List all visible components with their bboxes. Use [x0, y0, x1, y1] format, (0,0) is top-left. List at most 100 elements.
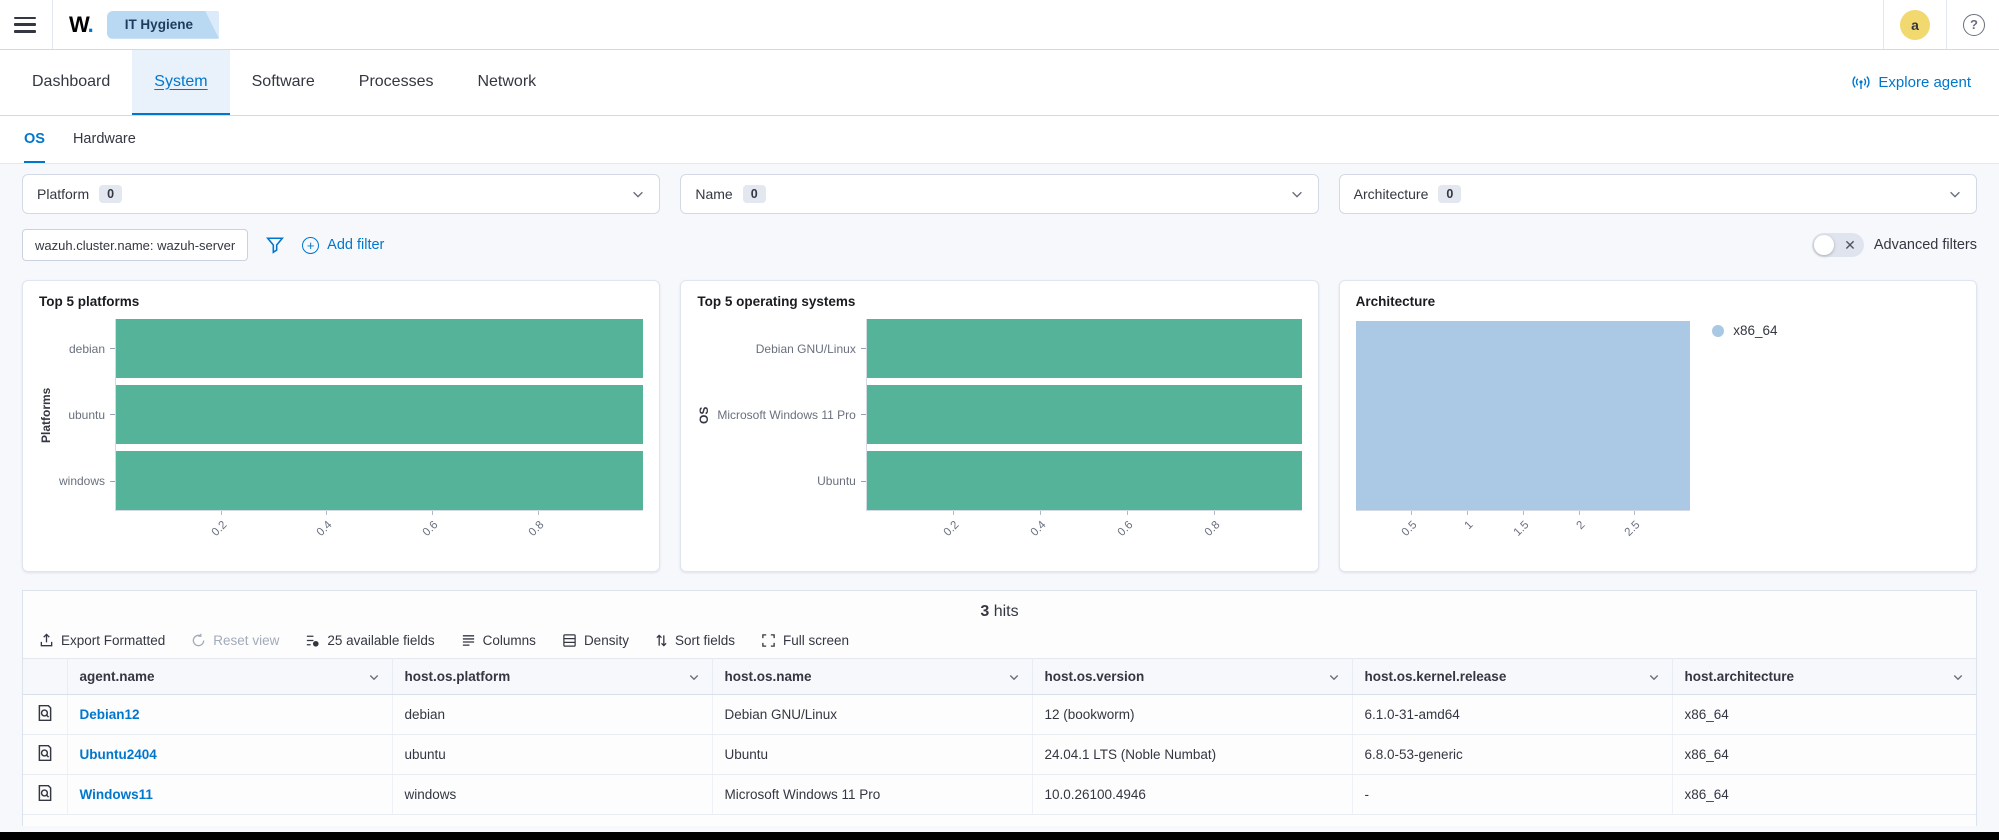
export-icon [39, 633, 54, 648]
menu-icon[interactable] [14, 17, 36, 33]
bar-ubuntu[interactable] [867, 451, 1302, 510]
bar-debian[interactable] [116, 319, 643, 378]
explore-agent-button[interactable]: Explore agent [1834, 50, 1989, 115]
legend-dot-icon [1712, 325, 1724, 337]
category-label: ubuntu [59, 385, 115, 444]
top5-os-title: Top 5 operating systems [697, 294, 1301, 309]
tab-system[interactable]: System [132, 50, 229, 115]
sub-tab-bar: OS Hardware [0, 116, 1999, 164]
tab-dashboard[interactable]: Dashboard [10, 50, 132, 115]
architecture-chart[interactable]: 0.5 1 1.5 2 2.5 x86_64 [1356, 309, 1960, 557]
hits-line: 3 hits [23, 591, 1976, 621]
cell-os-name: Ubuntu [712, 735, 1032, 775]
tab-processes[interactable]: Processes [337, 50, 456, 115]
top5-platforms-chart[interactable]: Platforms debian ubuntu windows [39, 309, 643, 557]
name-filter-label: Name [695, 186, 732, 202]
hits-label: hits [994, 603, 1019, 620]
cell-platform: debian [392, 695, 712, 735]
inspect-document-button[interactable] [23, 695, 67, 735]
x-tick: 1 [1463, 519, 1476, 532]
architecture-filter-select[interactable]: Architecture 0 [1339, 174, 1977, 214]
bars-area [115, 319, 643, 511]
cell-platform: windows [392, 775, 712, 815]
cell-os-name: Debian GNU/Linux [712, 695, 1032, 735]
x-tick: 0.4 [315, 519, 335, 539]
x-axis: 0.2 0.4 0.6 0.8 [866, 511, 1302, 557]
x-tick: 0.6 [1116, 519, 1136, 539]
bar-ubuntu[interactable] [116, 385, 643, 444]
wazuh-logo[interactable]: W. [69, 12, 93, 38]
cell-os-name: Microsoft Windows 11 Pro [712, 775, 1032, 815]
available-fields-button[interactable]: 25 available fields [305, 633, 434, 648]
column-header-host-os-kernel-release[interactable]: host.os.kernel.release [1352, 659, 1672, 695]
y-axis-categories: Debian GNU/Linux Microsoft Windows 11 Pr… [717, 319, 866, 557]
inspect-document-icon [36, 744, 54, 762]
inspect-document-button[interactable] [23, 735, 67, 775]
logo-dot: . [88, 12, 93, 37]
area-x86-64[interactable] [1356, 321, 1691, 510]
bar-windows[interactable] [116, 451, 643, 510]
sort-fields-button[interactable]: Sort fields [655, 633, 735, 648]
category-label: debian [59, 319, 115, 378]
avatar[interactable]: a [1900, 10, 1930, 40]
agent-link[interactable]: Ubuntu2404 [80, 747, 157, 762]
chevron-down-icon [1948, 187, 1962, 201]
tab-network[interactable]: Network [455, 50, 558, 115]
export-formatted-button[interactable]: Export Formatted [39, 633, 165, 648]
tab-software[interactable]: Software [230, 50, 337, 115]
inspect-document-button[interactable] [23, 775, 67, 815]
add-filter-button[interactable]: + Add filter [302, 237, 384, 254]
chevron-down-icon [1952, 671, 1964, 683]
subtab-hardware[interactable]: Hardware [73, 116, 136, 163]
x-tick: 0.2 [942, 519, 962, 539]
antenna-icon [1852, 75, 1870, 91]
reset-view-button[interactable]: Reset view [191, 633, 279, 648]
advanced-filters-control: ✕ Advanced filters [1812, 233, 1977, 257]
name-filter-select[interactable]: Name 0 [680, 174, 1318, 214]
category-label: Ubuntu [717, 452, 866, 511]
help-icon[interactable]: ? [1963, 14, 1985, 36]
chevron-down-icon [368, 671, 380, 683]
column-header-host-os-version[interactable]: host.os.version [1032, 659, 1352, 695]
breadcrumb[interactable]: IT Hygiene [107, 11, 219, 39]
bar-windows-11-pro[interactable] [867, 385, 1302, 444]
fullscreen-icon [761, 633, 776, 648]
architecture-filter-count: 0 [1438, 185, 1461, 203]
subtab-os[interactable]: OS [24, 116, 45, 163]
control-column-header [23, 659, 67, 695]
column-header-host-os-name[interactable]: host.os.name [712, 659, 1032, 695]
agent-link[interactable]: Debian12 [80, 707, 140, 722]
top5-os-chart[interactable]: OS Debian GNU/Linux Microsoft Windows 11… [697, 309, 1301, 557]
full-screen-button[interactable]: Full screen [761, 633, 849, 648]
query-filter-bar: wazuh.cluster.name: wazuh-server + Add f… [22, 227, 1977, 263]
bar-debian-gnu-linux[interactable] [867, 319, 1302, 378]
logo-letter: W [69, 12, 88, 37]
agent-link[interactable]: Windows11 [80, 787, 153, 802]
cell-kernel-release: 6.1.0-31-amd64 [1352, 695, 1672, 735]
columns-button[interactable]: Columns [461, 633, 536, 648]
sort-icon [655, 633, 668, 648]
table-row: Debian12 debian Debian GNU/Linux 12 (boo… [23, 695, 1976, 735]
charts-row: Top 5 platforms Platforms debian ubuntu … [22, 280, 1977, 572]
cell-os-version: 24.04.1 LTS (Noble Numbat) [1032, 735, 1352, 775]
add-filter-label: Add filter [327, 237, 384, 253]
chevron-down-icon [631, 187, 645, 201]
column-header-agent-name[interactable]: agent.name [67, 659, 392, 695]
plus-circle-icon: + [302, 237, 319, 254]
cluster-filter-pill[interactable]: wazuh.cluster.name: wazuh-server [22, 229, 248, 261]
column-header-host-os-platform[interactable]: host.os.platform [392, 659, 712, 695]
density-button[interactable]: Density [562, 633, 629, 648]
x-tick: 0.5 [1400, 519, 1420, 539]
filter-funnel-icon[interactable] [266, 236, 284, 254]
column-header-host-architecture[interactable]: host.architecture [1672, 659, 1976, 695]
architecture-panel: Architecture 0.5 1 1.5 2 2.5 [1339, 280, 1977, 572]
platform-filter-count: 0 [99, 185, 122, 203]
platform-filter-select[interactable]: Platform 0 [22, 174, 660, 214]
chart-legend[interactable]: x86_64 [1690, 321, 1960, 557]
x-tick: 1.5 [1512, 519, 1532, 539]
advanced-filters-toggle[interactable]: ✕ [1812, 233, 1864, 257]
table-row: Windows11 windows Microsoft Windows 11 P… [23, 775, 1976, 815]
divider [1883, 0, 1884, 49]
results-panel: 3 hits Export Formatted Reset view 25 av… [22, 590, 1977, 826]
toggle-off-x-icon: ✕ [1844, 233, 1856, 257]
